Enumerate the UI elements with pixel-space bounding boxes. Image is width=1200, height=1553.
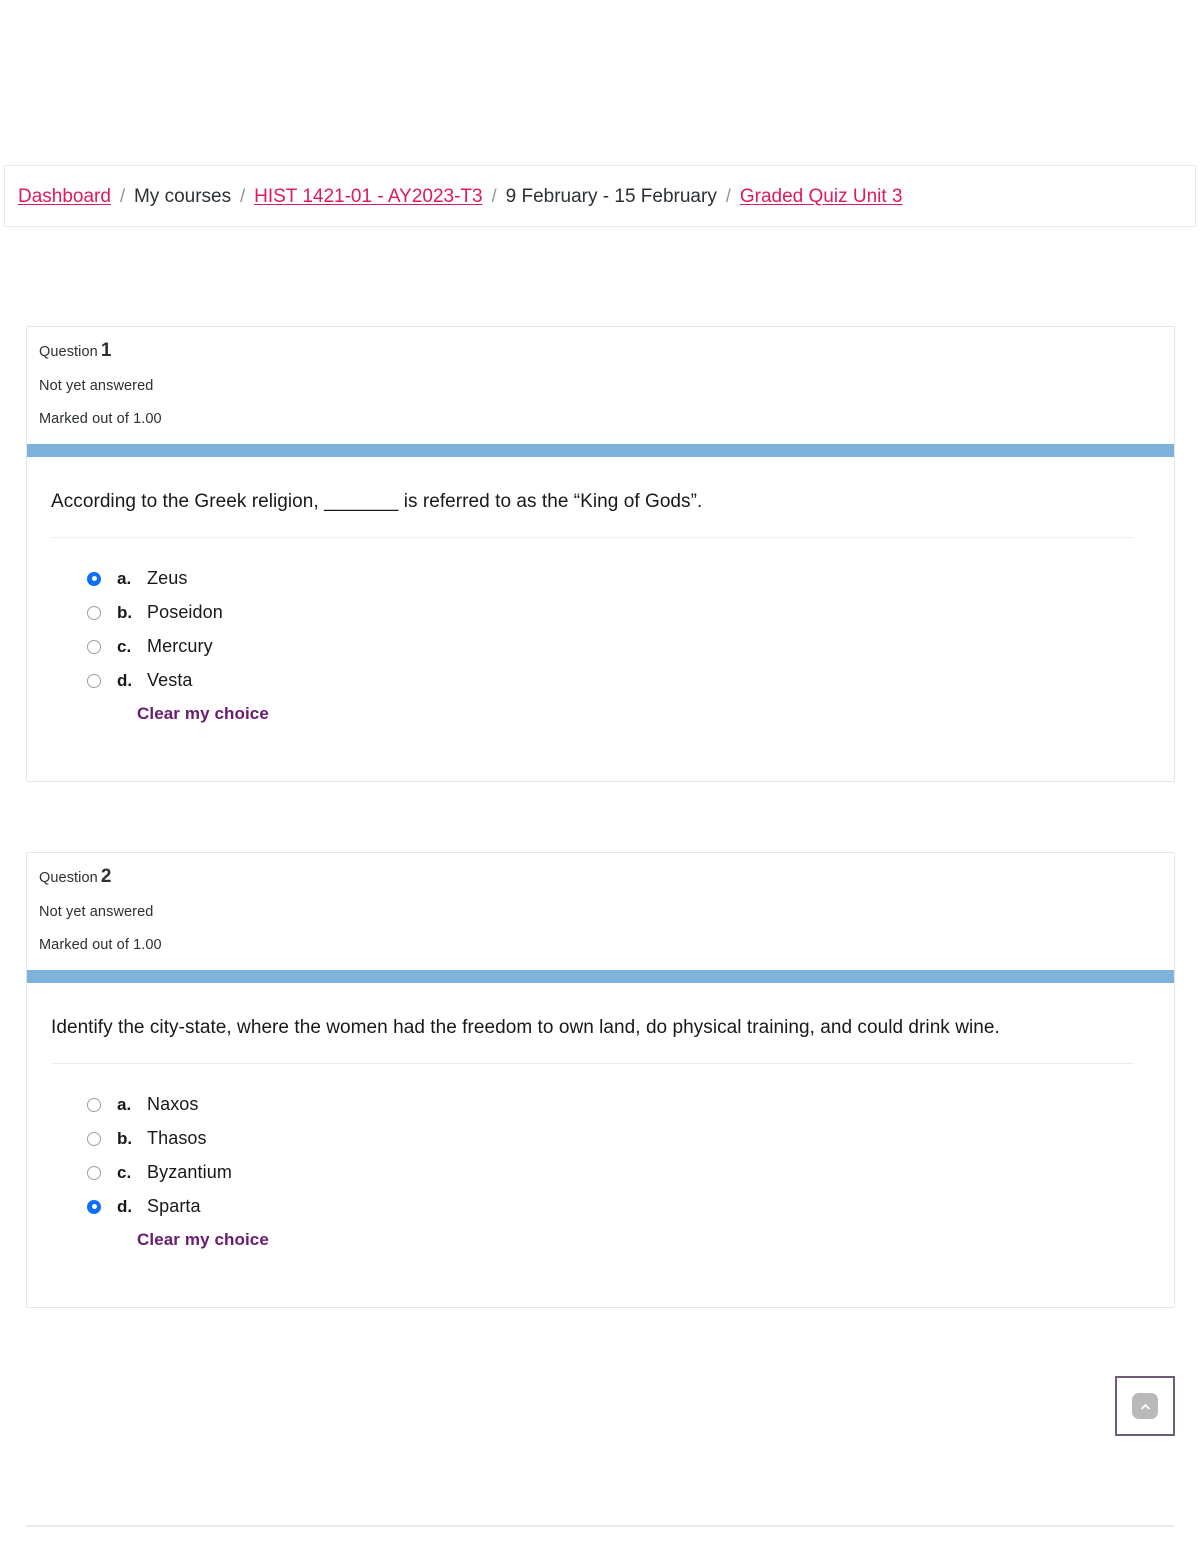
radio-button[interactable] bbox=[87, 1131, 101, 1146]
breadcrumb-item-week: 9 February - 15 February bbox=[505, 185, 717, 207]
radio-button[interactable] bbox=[87, 1097, 101, 1112]
question-number-value: 2 bbox=[100, 866, 112, 887]
breadcrumb-list: Dashboard / My courses / HIST 1421-01 - … bbox=[18, 187, 902, 206]
breadcrumb-separator: / bbox=[725, 185, 731, 206]
breadcrumb-item-my-courses: My courses bbox=[133, 185, 232, 207]
question-state: Not yet answered bbox=[39, 378, 154, 394]
answer-text[interactable]: Byzantium bbox=[147, 1162, 232, 1183]
question-body: According to the Greek religion, _______… bbox=[27, 457, 1174, 724]
radio-button[interactable] bbox=[87, 1199, 101, 1214]
question-label: Question bbox=[39, 870, 98, 886]
answer-option[interactable]: d. Vesta bbox=[87, 664, 1152, 698]
answer-letter: a. bbox=[117, 1094, 132, 1114]
clear-my-choice-link[interactable]: Clear my choice bbox=[137, 1230, 269, 1250]
question-label: Question bbox=[39, 344, 98, 360]
question-card: Question 1 Not yet answered Marked out of… bbox=[26, 326, 1175, 782]
answer-letter: d. bbox=[117, 1196, 133, 1216]
breadcrumb: Dashboard / My courses / HIST 1421-01 - … bbox=[4, 165, 1196, 227]
answer-text[interactable]: Sparta bbox=[147, 1196, 201, 1217]
radio-button[interactable] bbox=[87, 605, 101, 620]
breadcrumb-separator: / bbox=[240, 185, 246, 206]
radio-button[interactable] bbox=[87, 673, 101, 688]
question-number: Question 2 bbox=[39, 867, 1174, 886]
answer-option[interactable]: c. Byzantium bbox=[87, 1156, 1152, 1190]
answer-letter: b. bbox=[117, 1128, 133, 1148]
radio-button[interactable] bbox=[87, 571, 101, 586]
question-state: Not yet answered bbox=[39, 904, 154, 920]
answer-text[interactable]: Vesta bbox=[147, 670, 193, 691]
answer-letter: a. bbox=[117, 568, 132, 588]
question-number: Question 1 bbox=[39, 341, 1174, 360]
breadcrumb-item-quiz[interactable]: Graded Quiz Unit 3 bbox=[740, 187, 903, 206]
question-number-value: 1 bbox=[100, 340, 112, 361]
question-marks: Marked out of 1.00 bbox=[39, 410, 162, 427]
question-text: Identify the city-state, where the women… bbox=[51, 1017, 1000, 1038]
question-text: According to the Greek religion, _______… bbox=[51, 491, 703, 512]
answer-letter: c. bbox=[117, 636, 132, 656]
radio-button[interactable] bbox=[87, 639, 101, 654]
answer-list: a. Naxos b. Thasos c. Byzantium d. Spart… bbox=[51, 1064, 1152, 1250]
question-accent-bar bbox=[27, 970, 1174, 983]
scroll-to-top-button[interactable] bbox=[1115, 1376, 1175, 1436]
answer-text[interactable]: Zeus bbox=[147, 568, 187, 589]
answer-text[interactable]: Naxos bbox=[147, 1094, 199, 1115]
breadcrumb-separator: / bbox=[119, 185, 125, 206]
answer-option[interactable]: b. Poseidon bbox=[87, 596, 1152, 630]
clear-my-choice-link[interactable]: Clear my choice bbox=[137, 704, 269, 724]
breadcrumb-item-dashboard[interactable]: Dashboard bbox=[18, 187, 111, 206]
question-accent-bar bbox=[27, 444, 1174, 457]
question-info: Question 1 Not yet answered Marked out of… bbox=[27, 327, 1174, 426]
answer-option[interactable]: c. Mercury bbox=[87, 630, 1152, 664]
answer-text[interactable]: Thasos bbox=[147, 1128, 207, 1149]
answer-option[interactable]: a. Naxos bbox=[87, 1088, 1152, 1122]
answer-letter: d. bbox=[117, 670, 133, 690]
footer-divider bbox=[26, 1525, 1174, 1527]
question-marks: Marked out of 1.00 bbox=[39, 936, 162, 953]
breadcrumb-separator: / bbox=[491, 185, 497, 206]
answer-letter: c. bbox=[117, 1162, 132, 1182]
answer-option[interactable]: a. Zeus bbox=[87, 562, 1152, 596]
chevron-up-icon bbox=[1132, 1393, 1158, 1419]
question-body: Identify the city-state, where the women… bbox=[27, 983, 1174, 1250]
question-info: Question 2 Not yet answered Marked out of… bbox=[27, 853, 1174, 952]
question-card: Question 2 Not yet answered Marked out of… bbox=[26, 852, 1175, 1308]
answer-text[interactable]: Mercury bbox=[147, 636, 213, 657]
answer-list: a. Zeus b. Poseidon c. Mercury d. Vesta … bbox=[51, 538, 1152, 724]
answer-option[interactable]: d. Sparta bbox=[87, 1190, 1152, 1224]
answer-letter: b. bbox=[117, 602, 133, 622]
answer-text[interactable]: Poseidon bbox=[147, 602, 223, 623]
breadcrumb-item-course[interactable]: HIST 1421-01 - AY2023-T3 bbox=[254, 187, 482, 206]
answer-option[interactable]: b. Thasos bbox=[87, 1122, 1152, 1156]
radio-button[interactable] bbox=[87, 1165, 101, 1180]
